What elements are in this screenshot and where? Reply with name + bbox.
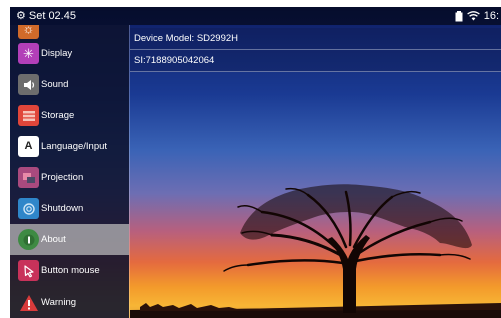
sidebar-item-label: Projection [41, 172, 84, 183]
status-title: Set 02.45 [28, 10, 76, 22]
sidebar-item-storage[interactable]: Storage [10, 100, 129, 131]
serial-number-row: SI:7188905042064 [130, 50, 501, 72]
cursor-icon [18, 260, 39, 281]
sidebar-item-label: About [41, 234, 66, 245]
display-icon: ✳ [18, 43, 39, 64]
warning-icon [18, 292, 39, 313]
sidebar-item-label: Sound [41, 79, 69, 90]
status-indicators: 16: [455, 10, 499, 22]
power-icon [18, 198, 39, 219]
battery-icon [455, 10, 463, 21]
gear-icon: ⚙ [16, 9, 26, 22]
sidebar-item-warning[interactable]: Warning [10, 287, 129, 318]
wifi-icon [466, 11, 480, 21]
serial-number-text: SI:7188905042064 [134, 55, 215, 66]
status-bar: ⚙ Set 02.45 16: [10, 7, 501, 25]
status-title-group: ⚙ Set 02.45 [16, 10, 76, 22]
status-time: 16: [483, 10, 499, 22]
sidebar-item-label: Button mouse [41, 265, 100, 276]
info-icon [18, 229, 39, 250]
device-screen: ⚙ Set 02.45 16: ☼ ✳ Display Sound Storag… [10, 7, 501, 318]
sidebar-item-label: Display [41, 48, 73, 59]
sidebar-item-label: Warning [41, 297, 77, 308]
projection-icon [18, 167, 39, 188]
settings-sidebar: ☼ ✳ Display Sound Storage A Language/Inp… [10, 25, 129, 318]
brightness-icon: ☼ [18, 25, 39, 39]
sidebar-item-language-input[interactable]: A Language/Input [10, 131, 129, 162]
sidebar-item-projection[interactable]: Projection [10, 162, 129, 193]
sidebar-item-label: Shutdown [41, 203, 84, 214]
device-model-text: Device Model: SD2992H [134, 33, 239, 44]
sidebar-item-label: Language/Input [41, 141, 108, 152]
speaker-icon [18, 74, 39, 95]
device-model-row: Device Model: SD2992H [130, 28, 501, 50]
sidebar-item-sound[interactable]: Sound [10, 69, 129, 100]
sidebar-item-button-mouse[interactable]: Button mouse [10, 255, 129, 286]
storage-icon [18, 105, 39, 126]
sidebar-item-display[interactable]: ✳ Display [10, 38, 129, 69]
sidebar-item-label: Storage [41, 110, 75, 121]
sidebar-item-shutdown[interactable]: Shutdown [10, 193, 129, 224]
sidebar-item-about[interactable]: About [10, 224, 129, 255]
language-icon: A [18, 136, 39, 157]
